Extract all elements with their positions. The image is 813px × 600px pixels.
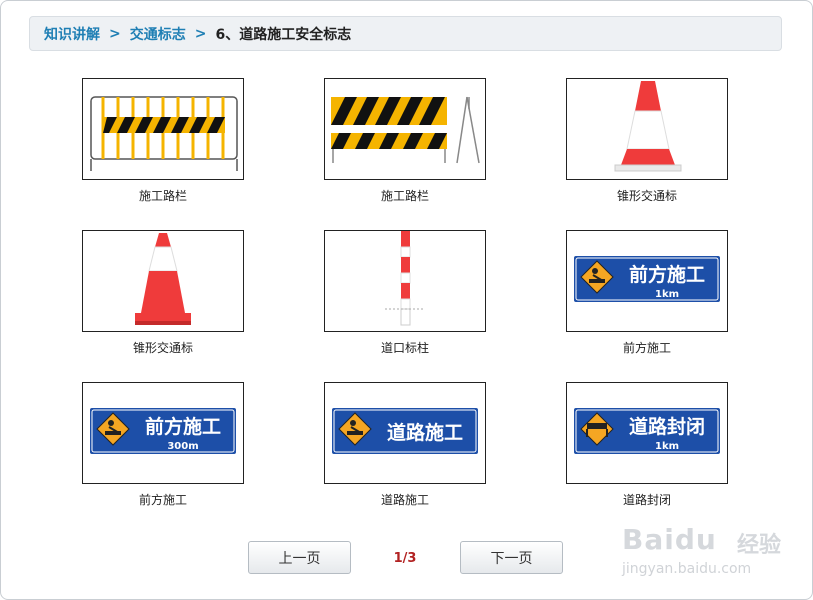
breadcrumb: 知识讲解 > 交通标志 > 6、道路施工安全标志 — [29, 16, 782, 51]
sign-card[interactable]: 施工路栏 — [82, 78, 244, 204]
sign-card[interactable]: 前方施工 300m 前方施工 — [82, 382, 244, 508]
sign-image-cone — [566, 78, 728, 180]
sign-caption: 道路施工 — [380, 493, 429, 507]
sign-caption: 施工路栏 — [380, 189, 429, 203]
sign-caption: 前方施工 — [622, 341, 671, 355]
breadcrumb-current: 6、道路施工安全标志 — [215, 26, 352, 43]
sign-image-blue-sign: 道路施工 — [324, 382, 486, 484]
sign-sub-text: 300m — [167, 441, 198, 452]
sign-card[interactable]: 道口标柱 — [324, 230, 486, 356]
sign-image-blue-sign: 前方施工 1km — [566, 230, 728, 332]
sign-card[interactable]: 道路封闭 1km 道路封闭 — [566, 382, 728, 508]
chevron-right-icon: > — [109, 25, 121, 42]
watermark: Baidu 经验 jingyan.baidu.com — [622, 513, 792, 583]
watermark-url: jingyan.baidu.com — [622, 561, 752, 577]
sign-image-blue-sign: 道路封闭 1km — [566, 382, 728, 484]
chevron-right-icon: > — [194, 25, 207, 42]
prev-page-button[interactable]: 上一页 — [248, 541, 351, 574]
sign-main-text: 道路封闭 — [629, 415, 705, 438]
sign-image-blue-sign: 前方施工 300m — [82, 382, 244, 484]
sign-image-barrier-board — [324, 78, 486, 180]
sign-sub-text: 1km — [655, 289, 679, 300]
sign-caption: 施工路栏 — [138, 189, 187, 203]
sign-card[interactable]: 施工路栏 — [324, 78, 486, 204]
page-indicator: 1/3 — [393, 551, 417, 566]
sign-card[interactable]: 锥形交通标 — [566, 78, 728, 204]
breadcrumb-link-knowledge[interactable]: 知识讲解 — [44, 24, 100, 44]
sign-card[interactable]: 前方施工 1km 前方施工 — [566, 230, 728, 356]
sign-caption: 前方施工 — [138, 493, 187, 507]
sign-main-text: 前方施工 — [145, 415, 221, 438]
next-page-button[interactable]: 下一页 — [460, 541, 563, 574]
sign-image-cone — [82, 230, 244, 332]
sign-card[interactable]: 锥形交通标 — [82, 230, 244, 356]
watermark-brand: 经验 — [737, 533, 782, 558]
sign-caption: 道路封闭 — [622, 493, 671, 507]
breadcrumb-link-traffic-signs[interactable]: 交通标志 — [130, 24, 186, 44]
sign-main-text: 道路施工 — [387, 421, 463, 444]
sign-caption: 道口标柱 — [380, 341, 429, 355]
sign-caption: 锥形交通标 — [616, 189, 677, 203]
sign-sub-text: 1km — [655, 441, 679, 452]
sign-card[interactable]: 道路施工 道路施工 — [324, 382, 486, 508]
baidu-logo: Baidu — [622, 523, 717, 556]
sign-image-post — [324, 230, 486, 332]
sign-image-barrier-fence — [82, 78, 244, 180]
sign-caption: 锥形交通标 — [132, 341, 193, 355]
sign-main-text: 前方施工 — [629, 263, 705, 286]
